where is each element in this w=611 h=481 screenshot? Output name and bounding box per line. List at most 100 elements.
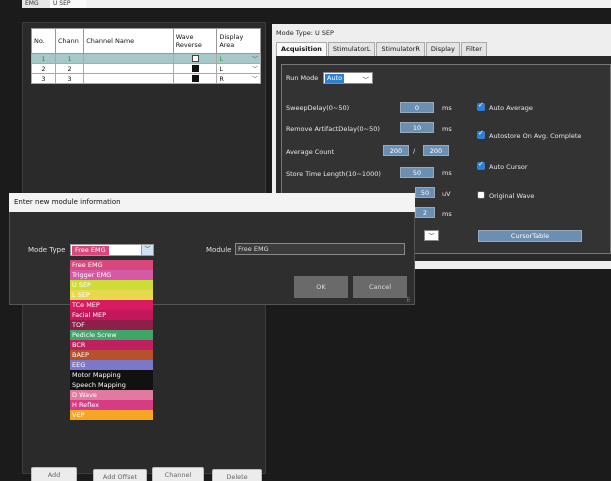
chevron-down-icon[interactable]: ﹀ (252, 64, 258, 73)
tab-filter[interactable]: Filter (460, 42, 487, 56)
row-no: 3 (31, 73, 56, 84)
remove-artifact-label: Remove ArtifactDelay(0~50) (286, 125, 380, 133)
channel-table: No. Chann Channel Name Wave Reverse Disp… (31, 28, 261, 84)
module-label: Module (206, 246, 232, 254)
chevron-down-icon[interactable]: ﹀ (252, 54, 258, 63)
col-no: No. (31, 28, 56, 54)
avg-count-label: Average Count (286, 148, 335, 156)
channel-table-header: No. Chann Channel Name Wave Reverse Disp… (31, 28, 261, 54)
table-row[interactable]: 1 1 L ﹀ (31, 53, 261, 64)
time-input[interactable]: 2 (415, 207, 435, 218)
auto-cursor-checkbox[interactable] (477, 160, 485, 170)
row-reverse[interactable] (172, 53, 218, 64)
dropdown-option[interactable]: BCR (70, 340, 153, 350)
reverse-checkbox[interactable] (191, 75, 199, 82)
avg-count-separator: / (413, 147, 416, 155)
top-tab-emg[interactable]: EMG (22, 0, 50, 8)
auto-average-checkbox[interactable] (477, 101, 485, 111)
col-wave-reverse: Wave Reverse (172, 28, 218, 54)
mode-type-label: Mode Type (28, 246, 66, 254)
run-mode-select[interactable]: Auto ﹀ (323, 72, 373, 84)
sensitivity-input[interactable]: 50 (415, 187, 435, 198)
area-value: L (219, 64, 223, 73)
dropdown-option[interactable]: TOF (70, 320, 153, 330)
row-area[interactable]: L ﹀ (216, 53, 261, 64)
time-unit: ms (442, 210, 452, 218)
ok-button[interactable]: OK (294, 276, 348, 298)
module-name-input[interactable]: Free EMG (235, 243, 405, 255)
dropdown-option[interactable]: Trigger EMG (70, 270, 153, 280)
mode-type-select[interactable]: Free EMG ﹀ (70, 244, 154, 256)
dropdown-option[interactable]: Motor Mapping (70, 370, 153, 380)
row-chan: 3 (54, 73, 85, 84)
dropdown-option[interactable]: L SEP (70, 290, 153, 300)
remove-artifact-input[interactable]: 10 (400, 122, 434, 133)
sweep-delay-unit: ms (442, 104, 452, 112)
tab-acquisition[interactable]: Acquisition (276, 42, 327, 56)
remove-artifact-unit: ms (442, 125, 452, 133)
dropdown-option[interactable]: BAEP (70, 350, 153, 360)
row-name[interactable] (83, 73, 174, 84)
row-chan: 1 (54, 53, 85, 64)
top-tab-usep[interactable]: U SEP (50, 0, 86, 8)
table-row[interactable]: 3 3 R ﹀ (31, 73, 261, 84)
dropdown-option[interactable]: TCe MEP (70, 300, 153, 310)
chevron-down-icon[interactable]: ﹀ (252, 74, 258, 83)
avg-count-input[interactable]: 200 (383, 145, 409, 156)
chevron-down-icon[interactable]: ﹀ (424, 230, 439, 241)
app-window: EMG U SEP No. Chann Channel Name Wave Re… (0, 0, 611, 481)
chevron-down-icon[interactable]: ﹀ (141, 245, 153, 255)
dropdown-option[interactable]: EEG (70, 360, 153, 370)
settings-tabs: Acquisition StimulatorL StimulatorR Disp… (276, 42, 488, 56)
row-name[interactable] (83, 63, 174, 74)
add-button[interactable]: Add (31, 467, 77, 481)
delete-button[interactable]: Delete (212, 469, 262, 481)
add-offset-button[interactable]: Add Offset (93, 469, 147, 481)
row-no: 1 (31, 53, 56, 64)
chevron-down-icon: ﹀ (362, 76, 370, 84)
row-reverse[interactable] (172, 63, 218, 74)
dropdown-option[interactable]: H Reflex (70, 400, 153, 410)
autostore-checkbox[interactable] (477, 129, 485, 139)
store-time-label: Store Time Length(10~1000) (286, 170, 381, 178)
dropdown-option[interactable]: VEP (70, 410, 153, 420)
reverse-checkbox[interactable] (191, 55, 199, 62)
sweep-delay-input[interactable]: 0 (400, 102, 434, 113)
table-row[interactable]: 2 2 L ﹀ (31, 63, 261, 74)
resize-grip-icon[interactable]: ⠿ (406, 297, 410, 304)
col-chann: Chann (54, 28, 85, 54)
store-time-input[interactable]: 50 (400, 167, 434, 178)
row-chan: 2 (54, 63, 85, 74)
autostore-label: Autostore On Avg. Complete (489, 132, 582, 140)
cancel-button[interactable]: Cancel (353, 276, 407, 298)
mode-type-value: Free EMG (72, 246, 109, 255)
avg-count-total: 200 (423, 145, 449, 156)
dropdown-option[interactable]: U SEP (70, 280, 153, 290)
original-wave-checkbox[interactable] (477, 191, 485, 199)
dropdown-option[interactable]: Pedicle Screw (70, 330, 153, 340)
row-name[interactable] (83, 53, 174, 64)
dropdown-option[interactable]: D Wave (70, 390, 153, 400)
row-no: 2 (31, 63, 56, 74)
auto-cursor-label: Auto Cursor (489, 163, 528, 171)
dropdown-option[interactable]: Speech Mapping (70, 380, 153, 390)
area-value: L (219, 54, 223, 63)
tab-display[interactable]: Display (425, 42, 460, 56)
mode-type-header: Mode Type: U SEP (276, 29, 334, 37)
tab-stimulator-r[interactable]: StimulatorR (376, 42, 425, 56)
col-channel-name: Channel Name (83, 28, 174, 54)
tab-stimulator-l[interactable]: StimulatorL (327, 42, 376, 56)
area-value: R (219, 74, 224, 83)
dropdown-option[interactable]: Facial MEP (70, 310, 153, 320)
run-mode-value: Auto (325, 74, 345, 83)
reverse-checkbox[interactable] (191, 65, 199, 72)
row-reverse[interactable] (172, 73, 218, 84)
original-wave-label: Original Wave (489, 192, 535, 200)
store-time-unit: ms (442, 169, 452, 177)
dropdown-option[interactable]: Free EMG (70, 260, 153, 270)
cursor-table-button[interactable]: CursorTable (478, 230, 582, 242)
channel-button[interactable]: Channel (152, 467, 204, 481)
sweep-delay-label: SweepDelay(0~50) (286, 104, 350, 112)
row-area[interactable]: L ﹀ (216, 63, 261, 74)
row-area[interactable]: R ﹀ (216, 73, 261, 84)
